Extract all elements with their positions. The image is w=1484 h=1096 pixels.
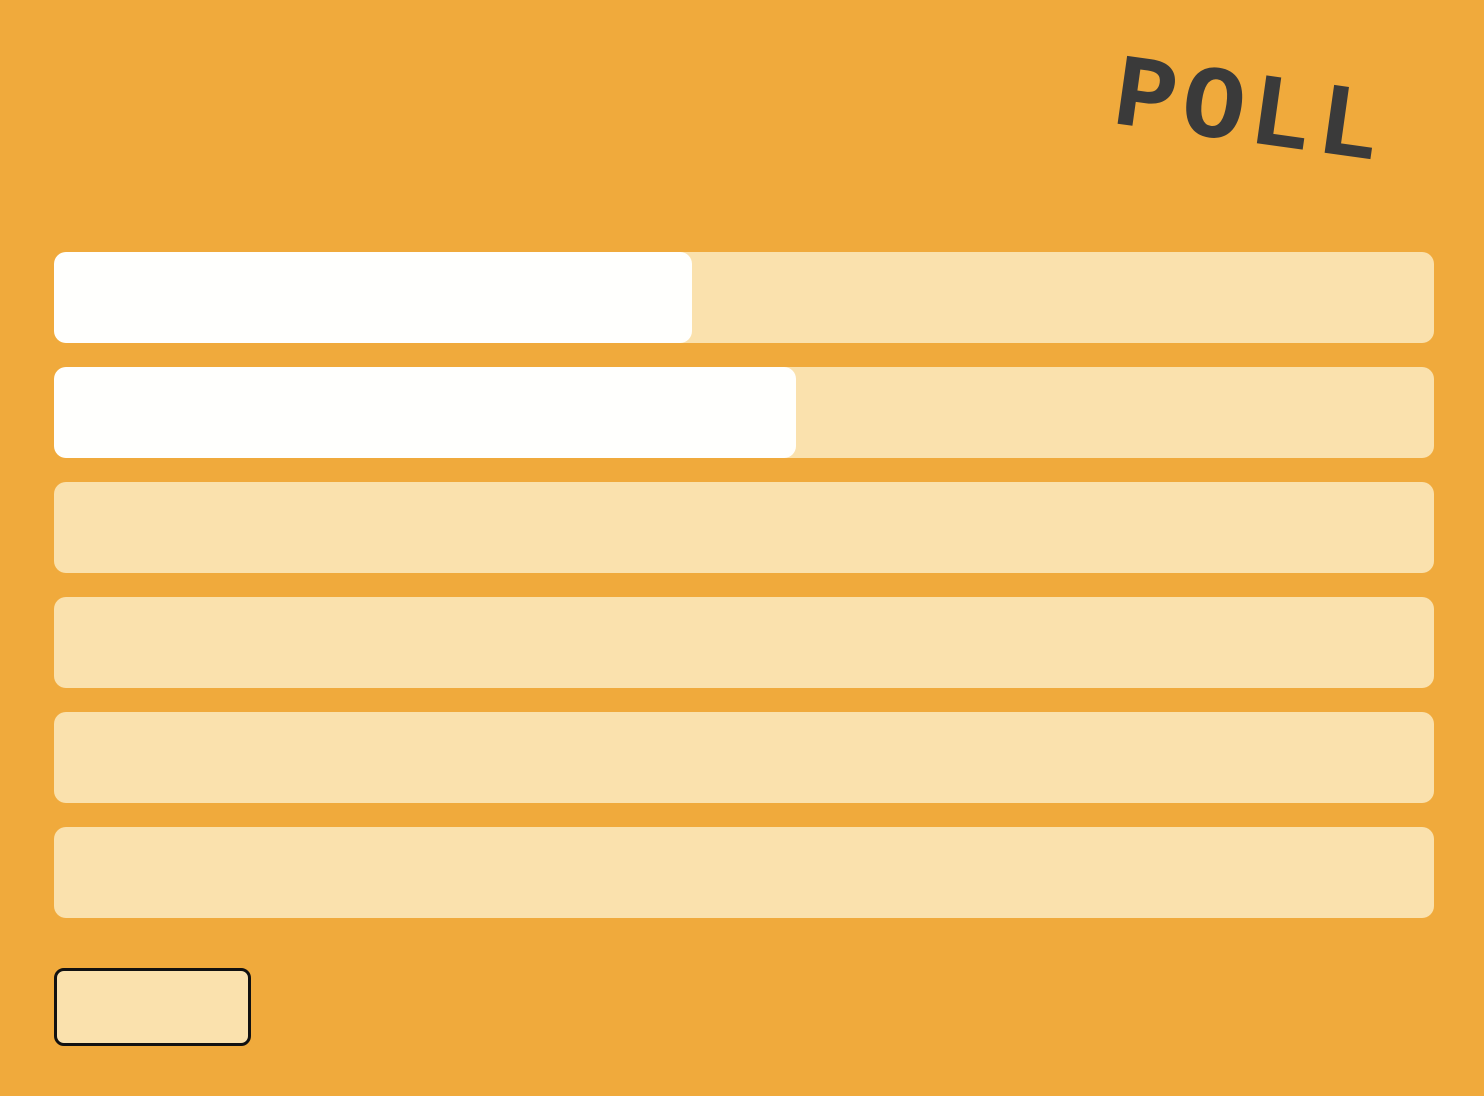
poll-option-1-result-bar <box>54 252 692 343</box>
poll-title: POLL <box>1106 37 1394 193</box>
submit-vote-button[interactable] <box>54 968 251 1046</box>
poll-options <box>54 252 1434 942</box>
poll-card: POLL <box>0 0 1484 1096</box>
poll-option-3[interactable] <box>54 482 1434 573</box>
poll-option-5[interactable] <box>54 712 1434 803</box>
poll-option-6[interactable] <box>54 827 1434 918</box>
poll-option-1[interactable] <box>54 252 1434 343</box>
poll-option-2[interactable] <box>54 367 1434 458</box>
poll-option-2-result-bar <box>54 367 797 458</box>
poll-option-4[interactable] <box>54 597 1434 688</box>
